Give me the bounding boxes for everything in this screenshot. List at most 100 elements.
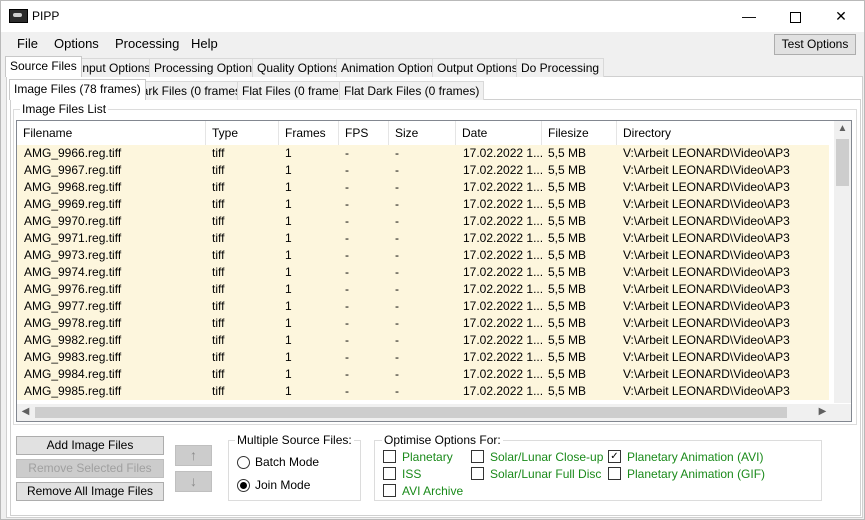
subtab-image-files[interactable]: Image Files (78 frames) <box>9 79 146 100</box>
table-cell: 5,5 MB <box>548 197 587 211</box>
minimize-button[interactable]: — <box>726 1 772 32</box>
table-row[interactable]: AMG_9967.reg.tiff tiff 1 - - 17.02.2022 1... 5… <box>17 162 829 179</box>
table-cell: - <box>345 214 349 228</box>
title-bar[interactable]: PIPP — ✕ <box>1 1 864 32</box>
table-cell: tiff <box>212 333 225 347</box>
table-cell: - <box>395 384 399 398</box>
solar-lunar-full-disc-label[interactable]: Solar/Lunar Full Disc <box>490 467 601 481</box>
table-cell: - <box>345 163 349 177</box>
tab-input-options[interactable]: Input Options <box>74 58 156 77</box>
table-cell: AMG_9984.reg.tiff <box>24 367 122 381</box>
table-cell: 1 <box>285 248 292 262</box>
table-cell: - <box>395 316 399 330</box>
table-cell: 5,5 MB <box>548 231 587 245</box>
move-down-button[interactable]: ↓ <box>175 471 212 492</box>
arrow-down-icon: ↓ <box>190 473 197 489</box>
tab-quality-options[interactable]: Quality Options <box>252 58 345 77</box>
avi-archive-checkbox[interactable] <box>383 484 396 497</box>
column-filename[interactable]: Filename <box>17 121 206 145</box>
scroll-up-icon[interactable]: ▲ <box>834 123 851 134</box>
horizontal-scrollbar[interactable]: ◀ ▶ <box>17 404 851 421</box>
column-type[interactable]: Type <box>206 121 279 145</box>
solar-lunar-full-disc-checkbox[interactable] <box>471 467 484 480</box>
column-frames[interactable]: Frames <box>279 121 339 145</box>
scroll-left-icon[interactable]: ◀ <box>17 406 34 417</box>
planetary-animation-avi-label[interactable]: Planetary Animation (AVI) <box>627 450 764 464</box>
planetary-animation-avi-checkbox[interactable]: ✓ <box>608 450 621 463</box>
menu-help[interactable]: Help <box>191 36 218 51</box>
table-row[interactable]: AMG_9974.reg.tiff tiff 1 - - 17.02.2022 1... 5… <box>17 264 829 281</box>
table-cell: 17.02.2022 1... <box>463 265 543 279</box>
horizontal-scroll-thumb[interactable] <box>35 407 787 418</box>
table-cell: 5,5 MB <box>548 163 587 177</box>
table-cell: AMG_9982.reg.tiff <box>24 333 122 347</box>
table-cell: - <box>395 163 399 177</box>
tab-source-files[interactable]: Source Files <box>5 56 82 77</box>
table-row[interactable]: AMG_9971.reg.tiff tiff 1 - - 17.02.2022 1... 5… <box>17 230 829 247</box>
tab-animation-options[interactable]: Animation Options <box>336 58 445 77</box>
remove-selected-files-button[interactable]: Remove Selected Files <box>16 459 164 478</box>
table-cell: V:\Arbeit LEONARD\Video\AP3 <box>623 231 790 245</box>
join-mode-radio[interactable] <box>237 479 250 492</box>
avi-archive-label[interactable]: AVI Archive <box>402 484 463 498</box>
vertical-scroll-thumb[interactable] <box>836 139 849 186</box>
iss-checkbox[interactable] <box>383 467 396 480</box>
join-mode-label[interactable]: Join Mode <box>255 478 310 492</box>
tab-do-processing[interactable]: Do Processing <box>516 58 605 77</box>
table-cell: - <box>395 265 399 279</box>
planetary-animation-gif-checkbox[interactable] <box>608 467 621 480</box>
test-options-button[interactable]: Test Options <box>774 34 856 55</box>
table-row[interactable]: AMG_9973.reg.tiff tiff 1 - - 17.02.2022 1... 5… <box>17 247 829 264</box>
menu-processing[interactable]: Processing <box>115 36 179 51</box>
table-row[interactable]: AMG_9969.reg.tiff tiff 1 - - 17.02.2022 1... 5… <box>17 196 829 213</box>
table-row[interactable]: AMG_9970.reg.tiff tiff 1 - - 17.02.2022 1... 5… <box>17 213 829 230</box>
table-cell: 1 <box>285 316 292 330</box>
column-directory[interactable]: Directory <box>617 121 829 145</box>
menu-options[interactable]: Options <box>54 36 99 51</box>
solar-lunar-closeup-label[interactable]: Solar/Lunar Close-up <box>490 450 603 464</box>
table-row[interactable]: AMG_9982.reg.tiff tiff 1 - - 17.02.2022 1... 5… <box>17 332 829 349</box>
table-cell: V:\Arbeit LEONARD\Video\AP3 <box>623 146 790 160</box>
table-cell: 5,5 MB <box>548 282 587 296</box>
table-row[interactable]: AMG_9978.reg.tiff tiff 1 - - 17.02.2022 1... 5… <box>17 315 829 332</box>
column-size[interactable]: Size <box>389 121 456 145</box>
table-cell: 1 <box>285 350 292 364</box>
tab-processing-options[interactable]: Processing Options <box>149 58 264 77</box>
batch-mode-radio[interactable] <box>237 456 250 469</box>
table-cell: 1 <box>285 231 292 245</box>
table-cell: 17.02.2022 1... <box>463 333 543 347</box>
solar-lunar-closeup-checkbox[interactable] <box>471 450 484 463</box>
table-row[interactable]: AMG_9966.reg.tiff tiff 1 - - 17.02.2022 1... 5… <box>17 145 829 162</box>
table-cell: tiff <box>212 265 225 279</box>
iss-label[interactable]: ISS <box>402 467 421 481</box>
tab-output-options[interactable]: Output Options <box>432 58 523 77</box>
planetary-checkbox[interactable] <box>383 450 396 463</box>
table-row[interactable]: AMG_9976.reg.tiff tiff 1 - - 17.02.2022 1... 5… <box>17 281 829 298</box>
move-up-button[interactable]: ↑ <box>175 445 212 466</box>
table-row[interactable]: AMG_9985.reg.tiff tiff 1 - - 17.02.2022 1... 5… <box>17 383 829 400</box>
add-image-files-button[interactable]: Add Image Files <box>16 436 164 455</box>
table-cell: 1 <box>285 282 292 296</box>
table-cell: 1 <box>285 214 292 228</box>
maximize-button[interactable] <box>772 1 818 32</box>
image-files-list[interactable]: Filename Type Frames FPS Size Date Files… <box>16 120 852 422</box>
planetary-animation-gif-label[interactable]: Planetary Animation (GIF) <box>627 467 765 481</box>
column-filesize[interactable]: Filesize <box>542 121 617 145</box>
menu-file[interactable]: File <box>17 36 38 51</box>
scroll-right-icon[interactable]: ▶ <box>814 406 831 417</box>
subtab-flat-dark-files[interactable]: Flat Dark Files (0 frames) <box>339 81 485 100</box>
table-cell: V:\Arbeit LEONARD\Video\AP3 <box>623 197 790 211</box>
column-date[interactable]: Date <box>456 121 542 145</box>
close-button[interactable]: ✕ <box>818 1 864 32</box>
table-row[interactable]: AMG_9977.reg.tiff tiff 1 - - 17.02.2022 1... 5… <box>17 298 829 315</box>
vertical-scrollbar[interactable]: ▲ <box>834 121 851 403</box>
batch-mode-label[interactable]: Batch Mode <box>255 455 319 469</box>
table-row[interactable]: AMG_9968.reg.tiff tiff 1 - - 17.02.2022 1... 5… <box>17 179 829 196</box>
planetary-label[interactable]: Planetary <box>402 450 453 464</box>
subtab-dark-files[interactable]: Dark Files (0 frames) <box>128 81 251 100</box>
column-fps[interactable]: FPS <box>339 121 389 145</box>
remove-all-image-files-button[interactable]: Remove All Image Files <box>16 482 164 501</box>
subtab-flat-files[interactable]: Flat Files (0 frames) <box>237 81 354 100</box>
table-row[interactable]: AMG_9984.reg.tiff tiff 1 - - 17.02.2022 1... 5… <box>17 366 829 383</box>
table-row[interactable]: AMG_9983.reg.tiff tiff 1 - - 17.02.2022 1... 5… <box>17 349 829 366</box>
